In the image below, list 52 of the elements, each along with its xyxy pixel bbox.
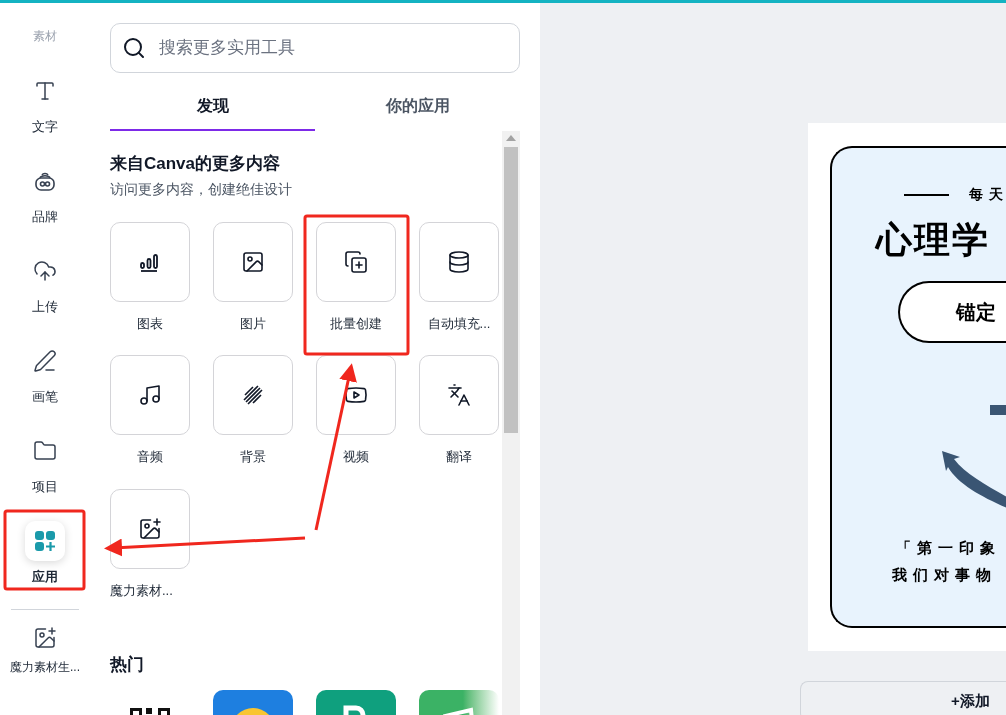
image-sparkle-icon — [138, 516, 162, 541]
scrollbar-thumb[interactable] — [504, 147, 518, 433]
rail-item[interactable]: 品牌 — [5, 149, 85, 239]
section-title: 来自Canva的更多内容 — [110, 153, 282, 175]
app-tile[interactable] — [316, 221, 396, 302]
app-tile-label: 自动填充... — [427, 314, 491, 333]
copy-plus-icon — [344, 249, 368, 274]
design-pill-text: 锚定 — [956, 300, 996, 325]
hatch-pattern-icon — [241, 383, 265, 407]
app-tile-label: 图表 — [137, 314, 163, 333]
app-tile[interactable] — [213, 355, 293, 435]
app-tile[interactable] — [213, 221, 293, 302]
section-subtitle: 访问更多内容，创建绝佳设计 — [110, 179, 293, 199]
tab[interactable]: 你的应用 — [315, 83, 520, 131]
design-quote: 「第一印象 — [896, 538, 1002, 558]
rail-item[interactable]: 上传 — [5, 239, 85, 329]
app-tile-label: 翻译 — [446, 448, 472, 466]
app-tile[interactable] — [110, 488, 190, 569]
rail-item[interactable]: 应用 — [5, 509, 85, 599]
app-tile[interactable] — [419, 221, 499, 302]
search-field[interactable]: 搜索更多实用工具 — [110, 23, 520, 73]
pen-icon — [33, 349, 57, 374]
section-title: 热门 — [110, 654, 145, 676]
rail-item[interactable]: 项目 — [5, 419, 85, 509]
app-tile[interactable] — [419, 355, 499, 435]
scrollbar[interactable] — [502, 131, 520, 715]
rail-item[interactable]: 魔力素材生... — [0, 620, 90, 676]
tab[interactable]: 发现 — [110, 83, 315, 131]
app-tile-label: 视频 — [343, 448, 369, 466]
image-sparkle-icon — [33, 626, 57, 650]
database-icon — [447, 249, 471, 274]
app-tile-label: 背景 — [240, 448, 266, 466]
scroll-up-icon — [506, 135, 516, 141]
rail-item[interactable]: 文字 — [5, 59, 85, 149]
image-icon — [241, 249, 265, 274]
app-tile[interactable] — [110, 355, 190, 435]
design-kicker: 每天 — [969, 185, 1006, 204]
rail-item[interactable]: 画笔 — [5, 329, 85, 419]
design-title: 心理学 — [876, 218, 991, 262]
app-tile-label: 音频 — [137, 448, 163, 466]
search-icon — [122, 36, 146, 60]
upload-cloud-icon — [33, 259, 57, 284]
translate-icon — [447, 383, 471, 407]
app-tile-label: 图片 — [240, 314, 266, 333]
apps-grid-icon — [33, 529, 57, 554]
rail-heading: 素材 — [33, 28, 57, 45]
app-tile-label: 批量创建 — [330, 314, 382, 333]
add-page-button[interactable]: +添加 — [800, 681, 1006, 715]
design-quote: 我们对事物 — [892, 564, 998, 585]
app-tile-label: 魔力素材... — [110, 581, 173, 600]
app-tile[interactable] — [110, 221, 190, 302]
music-note-icon — [138, 383, 162, 407]
